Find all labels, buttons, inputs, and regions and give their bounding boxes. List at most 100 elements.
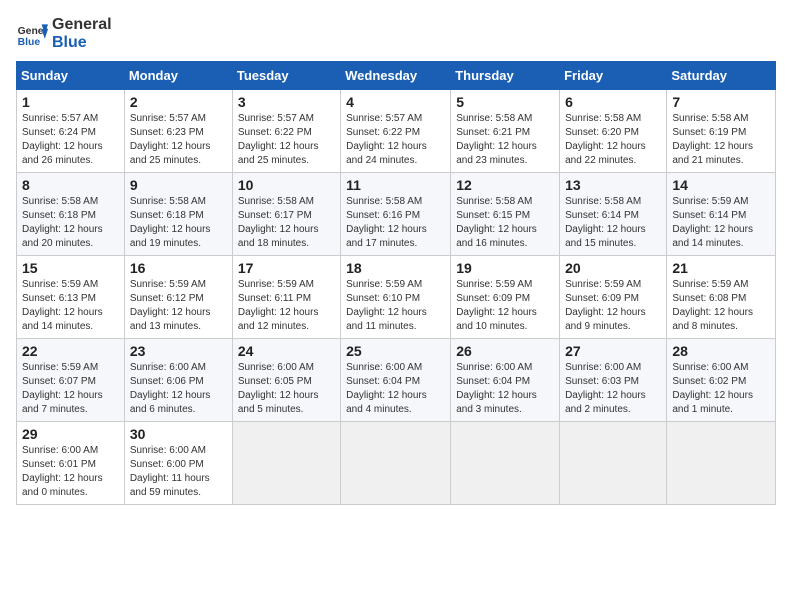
calendar-cell: 2 Sunrise: 5:57 AMSunset: 6:23 PMDaylight…	[124, 90, 232, 173]
calendar-cell: 7 Sunrise: 5:58 AMSunset: 6:19 PMDaylight…	[667, 90, 776, 173]
calendar-week-4: 29Sunrise: 6:00 AMSunset: 6:01 PMDayligh…	[17, 422, 776, 505]
svg-text:Blue: Blue	[18, 37, 41, 48]
calendar-cell	[667, 422, 776, 505]
day-info: Sunrise: 5:57 AMSunset: 6:23 PMDaylight:…	[130, 112, 227, 168]
calendar-cell: 29Sunrise: 6:00 AMSunset: 6:01 PMDayligh…	[17, 422, 125, 505]
day-number: 9	[130, 177, 227, 193]
calendar-cell	[341, 422, 451, 505]
calendar-cell	[451, 422, 560, 505]
calendar-cell: 6 Sunrise: 5:58 AMSunset: 6:20 PMDaylight…	[560, 90, 667, 173]
day-number: 22	[22, 343, 119, 359]
calendar-cell: 14 Sunrise: 5:59 AMSunset: 6:14 PMDayligh…	[667, 173, 776, 256]
calendar-cell: 26 Sunrise: 6:00 AMSunset: 6:04 PMDayligh…	[451, 339, 560, 422]
day-number: 21	[672, 260, 770, 276]
header-monday: Monday	[124, 62, 232, 90]
day-number: 16	[130, 260, 227, 276]
day-number: 8	[22, 177, 119, 193]
calendar-cell	[560, 422, 667, 505]
calendar-cell: 28Sunrise: 6:00 AMSunset: 6:02 PMDayligh…	[667, 339, 776, 422]
day-number: 4	[346, 94, 445, 110]
calendar-cell: 18 Sunrise: 5:59 AMSunset: 6:10 PMDayligh…	[341, 256, 451, 339]
calendar-cell: 27 Sunrise: 6:00 AMSunset: 6:03 PMDayligh…	[560, 339, 667, 422]
day-number: 7	[672, 94, 770, 110]
logo-text-blue: Blue	[52, 34, 112, 52]
calendar-cell: 19Sunrise: 5:59 AMSunset: 6:09 PMDayligh…	[451, 256, 560, 339]
day-info: Sunrise: 5:59 AMSunset: 6:14 PMDaylight:…	[672, 195, 770, 251]
day-number: 30	[130, 426, 227, 442]
calendar-table: SundayMondayTuesdayWednesdayThursdayFrid…	[16, 61, 776, 505]
day-number: 26	[456, 343, 554, 359]
logo-icon: General Blue	[16, 18, 48, 50]
logo: General Blue General Blue	[16, 16, 112, 51]
day-info: Sunrise: 5:58 AMSunset: 6:18 PMDaylight:…	[22, 195, 119, 251]
day-number: 11	[346, 177, 445, 193]
day-number: 27	[565, 343, 661, 359]
day-info: Sunrise: 5:57 AMSunset: 6:22 PMDaylight:…	[238, 112, 335, 168]
calendar-cell: 12 Sunrise: 5:58 AMSunset: 6:15 PMDayligh…	[451, 173, 560, 256]
day-info: Sunrise: 5:58 AMSunset: 6:15 PMDaylight:…	[456, 195, 554, 251]
header-sunday: Sunday	[17, 62, 125, 90]
calendar-cell: 11 Sunrise: 5:58 AMSunset: 6:16 PMDayligh…	[341, 173, 451, 256]
day-number: 15	[22, 260, 119, 276]
day-number: 19	[456, 260, 554, 276]
header-saturday: Saturday	[667, 62, 776, 90]
day-info: Sunrise: 6:00 AMSunset: 6:04 PMDaylight:…	[456, 361, 554, 417]
logo-text-general: General	[52, 16, 112, 34]
day-info: Sunrise: 6:00 AMSunset: 6:03 PMDaylight:…	[565, 361, 661, 417]
header-row: SundayMondayTuesdayWednesdayThursdayFrid…	[17, 62, 776, 90]
calendar-cell	[232, 422, 340, 505]
calendar-week-0: 1 Sunrise: 5:57 AMSunset: 6:24 PMDaylight…	[17, 90, 776, 173]
calendar-cell: 13Sunrise: 5:58 AMSunset: 6:14 PMDayligh…	[560, 173, 667, 256]
calendar-cell: 3 Sunrise: 5:57 AMSunset: 6:22 PMDaylight…	[232, 90, 340, 173]
day-number: 14	[672, 177, 770, 193]
calendar-cell: 4Sunrise: 5:57 AMSunset: 6:22 PMDaylight…	[341, 90, 451, 173]
day-number: 2	[130, 94, 227, 110]
day-info: Sunrise: 5:59 AMSunset: 6:12 PMDaylight:…	[130, 278, 227, 334]
day-info: Sunrise: 6:00 AMSunset: 6:00 PMDaylight:…	[130, 444, 227, 500]
day-info: Sunrise: 6:00 AMSunset: 6:05 PMDaylight:…	[238, 361, 335, 417]
day-info: Sunrise: 5:59 AMSunset: 6:11 PMDaylight:…	[238, 278, 335, 334]
day-info: Sunrise: 5:58 AMSunset: 6:16 PMDaylight:…	[346, 195, 445, 251]
day-info: Sunrise: 5:58 AMSunset: 6:14 PMDaylight:…	[565, 195, 661, 251]
header-thursday: Thursday	[451, 62, 560, 90]
day-info: Sunrise: 5:58 AMSunset: 6:20 PMDaylight:…	[565, 112, 661, 168]
calendar-cell: 23Sunrise: 6:00 AMSunset: 6:06 PMDayligh…	[124, 339, 232, 422]
calendar-cell: 10 Sunrise: 5:58 AMSunset: 6:17 PMDayligh…	[232, 173, 340, 256]
day-number: 12	[456, 177, 554, 193]
day-info: Sunrise: 6:00 AMSunset: 6:04 PMDaylight:…	[346, 361, 445, 417]
calendar-cell: 20 Sunrise: 5:59 AMSunset: 6:09 PMDayligh…	[560, 256, 667, 339]
calendar-cell: 21 Sunrise: 5:59 AMSunset: 6:08 PMDayligh…	[667, 256, 776, 339]
calendar-cell: 9 Sunrise: 5:58 AMSunset: 6:18 PMDaylight…	[124, 173, 232, 256]
calendar-cell: 1 Sunrise: 5:57 AMSunset: 6:24 PMDaylight…	[17, 90, 125, 173]
calendar-cell: 16 Sunrise: 5:59 AMSunset: 6:12 PMDayligh…	[124, 256, 232, 339]
calendar-week-1: 8 Sunrise: 5:58 AMSunset: 6:18 PMDaylight…	[17, 173, 776, 256]
day-info: Sunrise: 6:00 AMSunset: 6:06 PMDaylight:…	[130, 361, 227, 417]
day-info: Sunrise: 5:59 AMSunset: 6:07 PMDaylight:…	[22, 361, 119, 417]
day-info: Sunrise: 5:59 AMSunset: 6:09 PMDaylight:…	[565, 278, 661, 334]
day-number: 6	[565, 94, 661, 110]
calendar-week-3: 22 Sunrise: 5:59 AMSunset: 6:07 PMDayligh…	[17, 339, 776, 422]
day-number: 20	[565, 260, 661, 276]
day-number: 10	[238, 177, 335, 193]
day-number: 1	[22, 94, 119, 110]
day-number: 3	[238, 94, 335, 110]
header-friday: Friday	[560, 62, 667, 90]
day-info: Sunrise: 5:58 AMSunset: 6:18 PMDaylight:…	[130, 195, 227, 251]
day-info: Sunrise: 5:58 AMSunset: 6:21 PMDaylight:…	[456, 112, 554, 168]
day-number: 24	[238, 343, 335, 359]
day-info: Sunrise: 5:57 AMSunset: 6:24 PMDaylight:…	[22, 112, 119, 168]
calendar-cell: 15Sunrise: 5:59 AMSunset: 6:13 PMDayligh…	[17, 256, 125, 339]
day-number: 29	[22, 426, 119, 442]
header-wednesday: Wednesday	[341, 62, 451, 90]
page-header: General Blue General Blue	[16, 16, 776, 51]
day-info: Sunrise: 5:58 AMSunset: 6:19 PMDaylight:…	[672, 112, 770, 168]
calendar-cell: 25Sunrise: 6:00 AMSunset: 6:04 PMDayligh…	[341, 339, 451, 422]
day-info: Sunrise: 5:59 AMSunset: 6:08 PMDaylight:…	[672, 278, 770, 334]
calendar-cell: 22 Sunrise: 5:59 AMSunset: 6:07 PMDayligh…	[17, 339, 125, 422]
header-tuesday: Tuesday	[232, 62, 340, 90]
day-info: Sunrise: 5:58 AMSunset: 6:17 PMDaylight:…	[238, 195, 335, 251]
calendar-cell: 24 Sunrise: 6:00 AMSunset: 6:05 PMDayligh…	[232, 339, 340, 422]
day-info: Sunrise: 5:59 AMSunset: 6:10 PMDaylight:…	[346, 278, 445, 334]
day-number: 18	[346, 260, 445, 276]
day-info: Sunrise: 6:00 AMSunset: 6:02 PMDaylight:…	[672, 361, 770, 417]
